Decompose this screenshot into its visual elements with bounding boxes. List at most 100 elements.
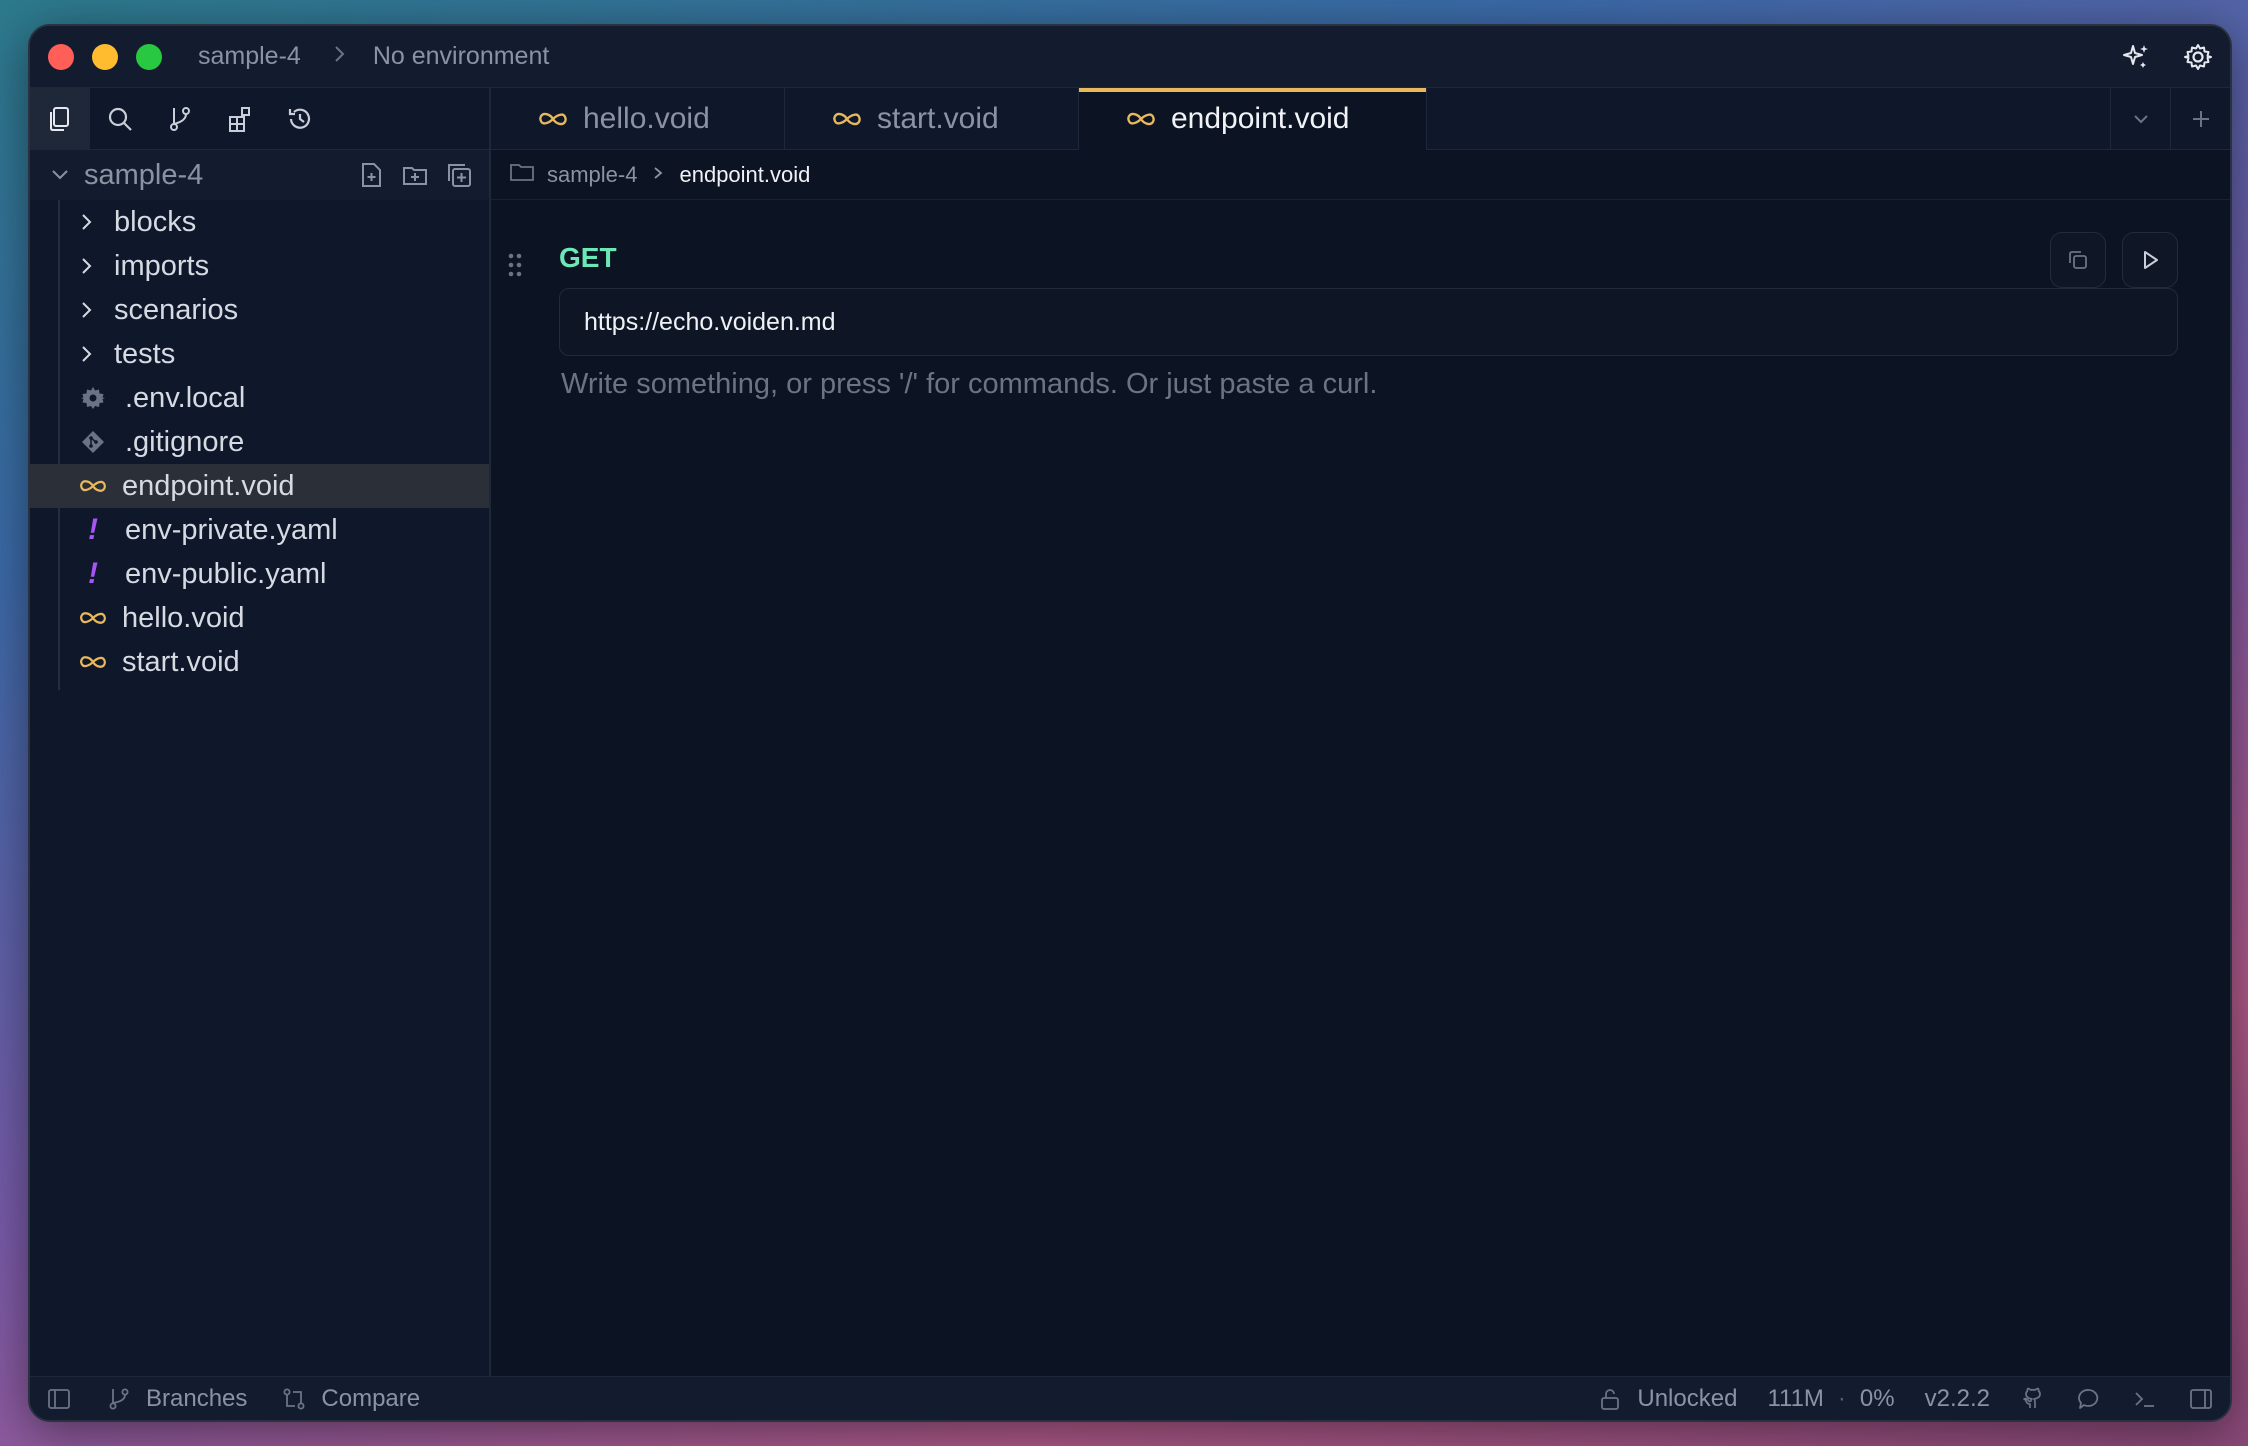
sidebar-toggle-icon — [48, 1388, 70, 1409]
toggle-panel-button[interactable] — [2188, 1386, 2214, 1412]
tree-file-hello-void[interactable]: hello.void — [30, 596, 489, 640]
minimize-window-button[interactable] — [92, 43, 118, 70]
branches-button[interactable]: Branches — [106, 1385, 247, 1413]
void-infinity-icon — [78, 471, 108, 501]
folder-label: imports — [114, 249, 210, 282]
version-label: v2.2.2 — [1924, 1384, 1990, 1412]
search-tab[interactable] — [90, 88, 150, 150]
tree-file-env-private-yaml[interactable]: ! env-private.yaml — [30, 508, 489, 552]
folder-label: blocks — [114, 205, 197, 238]
chevron-right-icon — [82, 302, 92, 318]
unlock-icon — [1601, 1388, 1620, 1410]
file-label: .env.local — [125, 381, 246, 414]
file-label: start.void — [122, 645, 240, 678]
git-branch-icon — [170, 106, 190, 131]
file-label: hello.void — [122, 601, 245, 634]
play-icon — [2144, 251, 2158, 269]
cpu-value: 0% — [1859, 1384, 1895, 1412]
file-label: endpoint.void — [122, 469, 295, 502]
tree-folder-tests[interactable]: tests — [30, 332, 489, 376]
void-infinity-icon — [1127, 112, 1155, 126]
tab-label: endpoint.void — [1171, 102, 1350, 135]
tree-file-endpoint-void[interactable]: endpoint.void — [30, 464, 489, 508]
tab-hello-void[interactable]: hello.void — [491, 88, 785, 150]
tree-folder-imports[interactable]: imports — [30, 244, 489, 288]
chat-bubble-icon — [2078, 1388, 2099, 1409]
file-tree: blocks imports scenarios tests .env.loca… — [30, 200, 489, 690]
history-tab[interactable] — [270, 88, 330, 150]
extensions-icon — [229, 106, 250, 132]
gear-icon[interactable] — [2180, 39, 2216, 75]
lock-status[interactable]: Unlocked — [1597, 1385, 1737, 1413]
tab-endpoint-void[interactable]: endpoint.void — [1079, 88, 1427, 150]
github-button[interactable] — [2020, 1386, 2046, 1412]
chevron-down-icon — [2133, 115, 2148, 124]
tab-list-button[interactable] — [2110, 88, 2170, 150]
breadcrumb-project[interactable]: sample-4 — [547, 162, 637, 188]
tree-folder-blocks[interactable]: blocks — [30, 200, 489, 244]
drag-handle-icon[interactable] — [507, 252, 523, 278]
void-infinity-icon — [833, 112, 861, 126]
http-method[interactable]: GET — [559, 242, 617, 274]
sidebar-toolbar — [30, 87, 489, 150]
chevron-down-icon — [52, 170, 68, 180]
folder-label: scenarios — [114, 293, 239, 326]
copy-button[interactable] — [2050, 232, 2106, 288]
tree-file-env-public-yaml[interactable]: ! env-public.yaml — [30, 552, 489, 596]
separator: · — [1837, 1384, 1846, 1412]
file-label: .gitignore — [125, 425, 245, 458]
editor-placeholder[interactable]: Write something, or press '/' for comman… — [561, 368, 1377, 401]
chevron-right-icon — [82, 258, 92, 274]
lock-label: Unlocked — [1637, 1384, 1738, 1412]
folder-icon — [509, 161, 535, 189]
toggle-sidebar-button[interactable] — [46, 1386, 72, 1412]
close-window-button[interactable] — [48, 43, 74, 70]
new-window-icon[interactable] — [445, 161, 473, 189]
history-icon — [288, 108, 311, 129]
terminal-icon — [2135, 1391, 2154, 1407]
environment-selector[interactable]: No environment — [373, 42, 549, 71]
source-control-tab[interactable] — [150, 88, 210, 150]
chat-button[interactable] — [2076, 1386, 2102, 1412]
copy-icon — [2069, 251, 2087, 269]
tab-start-void[interactable]: start.void — [785, 88, 1079, 150]
tree-file-env-local[interactable]: .env.local — [30, 376, 489, 420]
status-bar: Branches Compare Unlocked 111M · 0% v2.2… — [30, 1376, 2230, 1420]
file-label: env-public.yaml — [125, 557, 327, 590]
search-icon — [108, 107, 132, 131]
breadcrumb-file[interactable]: endpoint.void — [679, 162, 810, 188]
editor-pane: sample-4 endpoint.void GET https://echo.… — [491, 150, 2230, 1376]
memory-value: 111M — [1767, 1384, 1824, 1412]
run-request-button[interactable] — [2122, 232, 2178, 288]
sparkle-icon[interactable] — [2118, 39, 2154, 75]
branches-label: Branches — [146, 1384, 248, 1412]
maximize-window-button[interactable] — [136, 43, 162, 70]
folder-label: tests — [114, 337, 176, 370]
compare-icon — [283, 1388, 305, 1409]
extensions-tab[interactable] — [210, 88, 270, 150]
project-root[interactable]: sample-4 — [30, 150, 489, 200]
compare-button[interactable]: Compare — [281, 1385, 420, 1413]
new-tab-button[interactable] — [2170, 88, 2230, 150]
tree-folder-scenarios[interactable]: scenarios — [30, 288, 489, 332]
new-folder-icon[interactable] — [401, 161, 429, 189]
chevron-right-icon — [333, 43, 347, 71]
title-bar: sample-4 No environment — [30, 26, 2230, 88]
tree-file-gitignore[interactable]: .gitignore — [30, 420, 489, 464]
terminal-button[interactable] — [2132, 1386, 2158, 1412]
panel-right-icon — [2190, 1388, 2212, 1409]
breadcrumb: sample-4 endpoint.void — [491, 150, 2230, 200]
sidebar: sample-4 blocks imports scenarios tests … — [30, 87, 491, 1376]
chevron-right-icon — [653, 164, 663, 185]
chevron-right-icon — [82, 346, 92, 362]
window-controls — [48, 43, 162, 70]
compare-label: Compare — [321, 1384, 421, 1412]
url-input[interactable]: https://echo.voiden.md — [559, 288, 2178, 356]
tree-file-start-void[interactable]: start.void — [30, 640, 489, 684]
app-window: sample-4 No environment sample-4 blocks … — [28, 24, 2232, 1422]
explorer-tab[interactable] — [30, 87, 90, 150]
yaml-bang-icon: ! — [88, 513, 98, 546]
void-infinity-icon — [78, 647, 108, 677]
project-selector[interactable]: sample-4 — [198, 42, 301, 71]
new-file-icon[interactable] — [357, 161, 385, 189]
